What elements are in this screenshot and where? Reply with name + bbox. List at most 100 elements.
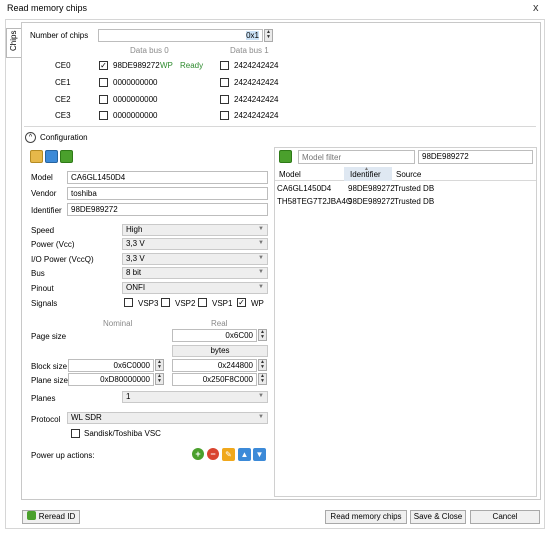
chevron-down-icon: ▼	[258, 284, 264, 290]
vsp3-checkbox[interactable]	[124, 298, 133, 307]
ce3-bus1-checkbox[interactable]	[220, 111, 229, 120]
page-size-real-field[interactable]: 0x6C00	[172, 329, 257, 342]
power-label: Power (Vcc)	[31, 240, 75, 249]
stepper-down-icon[interactable]: ▼	[156, 379, 163, 384]
edit-action-icon[interactable]: ✎	[222, 448, 235, 461]
plane-size-nominal-stepper[interactable]: ▲ ▼	[155, 373, 164, 385]
block-size-real-field[interactable]: 0x244800	[172, 359, 257, 372]
plane-size-real-field[interactable]: 0x250F8C000	[172, 373, 257, 386]
close-icon[interactable]: x	[533, 2, 539, 14]
remove-action-icon[interactable]: −	[207, 448, 219, 460]
model-field[interactable]: CA6GL1450D4	[67, 171, 268, 184]
io-power-label: I/O Power (VccQ)	[31, 255, 94, 264]
identifier-field[interactable]: 98DE989272	[67, 203, 268, 216]
row1-model[interactable]: CA6GL1450D4	[277, 184, 331, 193]
tab-chips[interactable]: Chips	[6, 28, 21, 58]
row1-identifier[interactable]: 98DE989272	[348, 184, 395, 193]
ce2-bus1-id: 2424242424	[234, 95, 279, 104]
plane-size-label: Plane size	[31, 376, 68, 385]
speed-select[interactable]: High ▼	[122, 224, 268, 236]
vsp1-checkbox[interactable]	[198, 298, 207, 307]
save-close-button[interactable]: Save & Close	[410, 510, 466, 524]
vsp1-label: VSP1	[212, 299, 233, 308]
block-size-nominal-stepper[interactable]: ▲ ▼	[155, 359, 164, 371]
ce1-bus1-id: 2424242424	[234, 78, 279, 87]
stepper-down-icon[interactable]: ▼	[259, 335, 266, 340]
plane-size-real-stepper[interactable]: ▲ ▼	[258, 373, 267, 385]
stepper-down-icon[interactable]: ▼	[259, 379, 266, 384]
vsc-checkbox[interactable]	[71, 429, 80, 438]
ce1-checkbox[interactable]	[99, 78, 108, 87]
chip-count-stepper[interactable]: ▲ ▼	[264, 29, 273, 42]
stepper-down-icon[interactable]: ▼	[156, 365, 163, 370]
ce3-label: CE3	[55, 111, 71, 120]
block-size-real-stepper[interactable]: ▲ ▼	[258, 359, 267, 371]
speed-label: Speed	[31, 226, 55, 235]
row2-source[interactable]: Trusted DB	[394, 197, 434, 206]
model-filter-input[interactable]	[298, 150, 415, 164]
nominal-header: Nominal	[103, 319, 133, 328]
read-memory-chips-button[interactable]: Read memory chips	[325, 510, 407, 524]
plane-size-nominal-field[interactable]: 0xD80000000	[68, 373, 154, 386]
chevron-down-icon: ▼	[258, 393, 264, 399]
chip-count-field[interactable]: 0x1	[98, 29, 263, 42]
chip-count-label: Number of chips	[30, 31, 89, 40]
ce2-label: CE2	[55, 95, 71, 104]
bus0-header: Data bus 0	[130, 46, 169, 55]
ce2-checkbox[interactable]	[99, 95, 108, 104]
refresh-icon	[26, 511, 36, 520]
signals-label: Signals	[31, 299, 58, 308]
ce0-label: CE0	[55, 61, 71, 70]
planes-value: 1	[126, 392, 131, 401]
protocol-select[interactable]: WL SDR ▼	[67, 412, 268, 424]
column-source[interactable]: Source	[396, 170, 421, 179]
stepper-down-icon[interactable]: ▼	[259, 365, 266, 370]
vendor-field[interactable]: toshiba	[67, 187, 268, 200]
bus-value: 8 bit	[126, 268, 142, 277]
open-folder-icon[interactable]	[30, 150, 43, 163]
refresh-icon[interactable]	[60, 150, 73, 163]
row2-model[interactable]: TH58TEG7T2JBA4C	[277, 197, 352, 206]
planes-label: Planes	[31, 394, 56, 403]
collapse-icon[interactable]: ^	[25, 132, 36, 143]
save-disk-icon[interactable]	[45, 150, 58, 163]
ce1-bus1-checkbox[interactable]	[220, 78, 229, 87]
page-size-unit-select[interactable]: bytes	[172, 345, 268, 357]
move-down-icon[interactable]: ▼	[253, 448, 266, 461]
column-model[interactable]: Model	[279, 170, 301, 179]
identifier-label: Identifier	[31, 206, 62, 215]
row2-identifier[interactable]: 98DE989272	[348, 197, 395, 206]
ce3-checkbox[interactable]	[99, 111, 108, 120]
chevron-down-icon: ▼	[258, 255, 264, 261]
cancel-button[interactable]: Cancel	[470, 510, 540, 524]
sort-indicator-icon: ▲	[364, 166, 369, 172]
add-action-icon[interactable]: +	[192, 448, 204, 460]
block-size-label: Block size	[31, 362, 68, 371]
db-refresh-icon[interactable]	[279, 150, 292, 163]
pinout-select[interactable]: ONFI ▼	[122, 282, 268, 294]
planes-select[interactable]: 1 ▼	[122, 391, 268, 403]
reread-id-button[interactable]: Reread ID	[22, 510, 80, 524]
vsp2-checkbox[interactable]	[161, 298, 170, 307]
ce2-bus1-checkbox[interactable]	[220, 95, 229, 104]
ce0-checkbox[interactable]: ✓	[99, 61, 108, 70]
protocol-value: WL SDR	[71, 413, 102, 422]
identifier-filter-input[interactable]: 98DE989272	[418, 150, 533, 164]
window-title: Read memory chips	[7, 3, 88, 13]
bus-select[interactable]: 8 bit ▼	[122, 267, 268, 279]
chevron-down-icon: ▼	[258, 240, 264, 246]
io-power-select[interactable]: 3,3 V ▼	[122, 253, 268, 265]
stepper-down-icon[interactable]: ▼	[265, 35, 272, 40]
page-size-stepper[interactable]: ▲ ▼	[258, 329, 267, 341]
row1-source[interactable]: Trusted DB	[394, 184, 434, 193]
ce3-bus1-id: 2424242424	[234, 111, 279, 120]
wp-checkbox[interactable]: ✓	[237, 298, 246, 307]
power-select[interactable]: 3,3 V ▼	[122, 238, 268, 250]
ce0-wp-status: WP	[160, 61, 173, 70]
tab-chips-label: Chips	[9, 30, 18, 51]
ce0-ready-status: Ready	[180, 61, 204, 70]
move-up-icon[interactable]: ▲	[238, 448, 251, 461]
block-size-nominal-field[interactable]: 0x6C0000	[68, 359, 154, 372]
reread-id-label: Reread ID	[38, 512, 76, 521]
ce0-bus1-checkbox[interactable]	[220, 61, 229, 70]
